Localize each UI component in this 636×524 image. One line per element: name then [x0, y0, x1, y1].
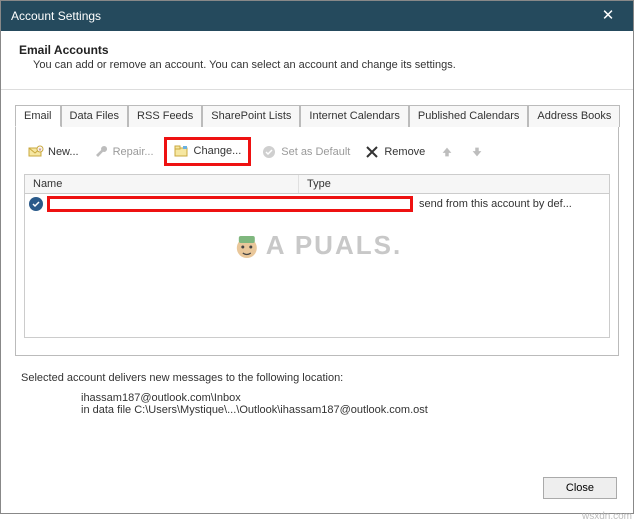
account-list[interactable]: send from this account by def... A PUALS… [24, 194, 610, 338]
tab-rss-feeds[interactable]: RSS Feeds [128, 105, 202, 127]
account-type-text: send from this account by def... [419, 198, 572, 210]
watermark-logo-icon [232, 231, 262, 261]
tab-published-calendars[interactable]: Published Calendars [409, 105, 529, 127]
remove-button[interactable]: Remove [360, 142, 429, 162]
tab-strip: Email Data Files RSS Feeds SharePoint Li… [15, 104, 633, 126]
default-check-icon [29, 197, 43, 211]
list-header: Name Type [24, 174, 610, 194]
move-down-button[interactable] [465, 142, 489, 162]
arrow-down-icon [469, 144, 485, 160]
envelope-new-icon: ★ [28, 144, 44, 160]
close-button[interactable]: Close [543, 477, 617, 499]
set-default-label: Set as Default [281, 146, 350, 158]
arrow-up-icon [439, 144, 455, 160]
window-close-button[interactable]: ✕ [593, 1, 623, 31]
svg-text:★: ★ [38, 147, 43, 153]
change-highlight: Change... [164, 137, 252, 166]
change-button[interactable]: Change... [170, 141, 246, 161]
remove-x-icon [364, 144, 380, 160]
tab-internet-calendars[interactable]: Internet Calendars [300, 105, 409, 127]
header-title: Email Accounts [19, 43, 615, 57]
delivery-line: Selected account delivers new messages t… [21, 372, 619, 384]
set-default-button[interactable]: Set as Default [257, 142, 354, 162]
column-type[interactable]: Type [299, 175, 609, 193]
move-up-button[interactable] [435, 142, 459, 162]
tab-body: ★ New... Repair... Change... [15, 126, 619, 356]
wrench-icon [93, 144, 109, 160]
change-label: Change... [194, 145, 242, 157]
tab-address-books[interactable]: Address Books [528, 105, 620, 127]
delivery-info: Selected account delivers new messages t… [21, 372, 619, 416]
new-label: New... [48, 146, 79, 158]
delivery-loc-2: in data file C:\Users\Mystique\...\Outlo… [81, 404, 619, 416]
redacted-name [47, 196, 413, 212]
account-row[interactable]: send from this account by def... [25, 194, 609, 214]
watermark: A PUALS. [232, 230, 402, 261]
header-subtitle: You can add or remove an account. You ca… [19, 59, 615, 71]
header-block: Email Accounts You can add or remove an … [1, 31, 633, 90]
remove-label: Remove [384, 146, 425, 158]
folder-change-icon [174, 143, 190, 159]
source-watermark: wsxdn.com [582, 511, 632, 522]
tab-email[interactable]: Email [15, 105, 61, 127]
tab-sharepoint-lists[interactable]: SharePoint Lists [202, 105, 300, 127]
window-title: Account Settings [11, 1, 101, 31]
column-name[interactable]: Name [25, 175, 299, 193]
repair-label: Repair... [113, 146, 154, 158]
toolbar: ★ New... Repair... Change... [24, 135, 610, 174]
check-circle-icon [261, 144, 277, 160]
tab-data-files[interactable]: Data Files [61, 105, 129, 127]
watermark-text: A PUALS. [266, 230, 402, 261]
delivery-loc-1: ihassam187@outlook.com\Inbox [81, 392, 619, 404]
repair-button[interactable]: Repair... [89, 142, 158, 162]
new-button[interactable]: ★ New... [24, 142, 83, 162]
dialog-buttons: Close [543, 477, 617, 499]
title-bar: Account Settings ✕ [1, 1, 633, 31]
